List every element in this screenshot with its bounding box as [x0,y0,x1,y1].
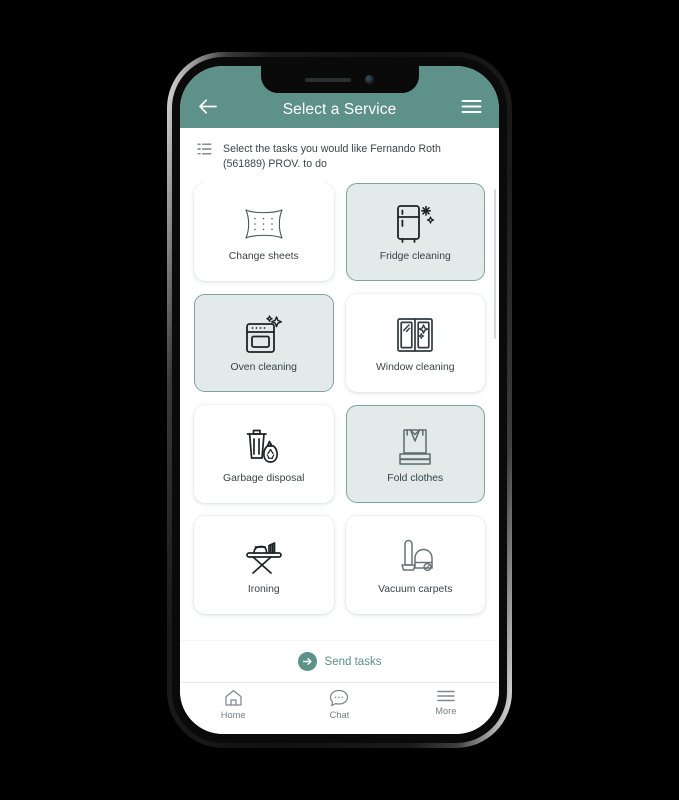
earpiece-speaker [305,77,351,82]
list-icon [197,143,212,155]
service-card-change-sheets[interactable]: Change sheets [194,182,334,281]
service-card-fold-clothes[interactable]: Fold clothes [345,404,485,503]
arrow-right-circle-icon [297,652,317,671]
nav-label: More [435,706,457,716]
service-label: Ironing [247,584,280,596]
service-label: Oven cleaning [230,362,297,374]
pillow-icon [241,201,287,247]
service-card-vacuum-carpets[interactable]: Vacuum carpets [345,515,485,614]
services-scroll-area[interactable]: Change sheets Fridge cleaning Oven clean… [180,182,499,640]
page-title: Select a Service [282,101,397,118]
service-card-oven-cleaning[interactable]: Oven cleaning [194,293,334,392]
phone-screen: Select a Service Select the tasks you wo… [180,66,499,734]
chat-bubble-icon [330,689,349,707]
nav-item-chat[interactable]: Chat [302,689,376,720]
hamburger-menu-icon [437,690,455,702]
nav-label: Chat [329,710,350,720]
service-label: Window cleaning [375,362,455,374]
menu-button[interactable] [458,93,484,119]
nav-item-more[interactable]: More [409,689,483,716]
folded-clothes-icon [394,423,436,469]
send-tasks-label: Send tasks [324,655,382,668]
service-label: Fridge cleaning [379,251,451,263]
phone-frame: Select a Service Select the tasks you wo… [167,52,512,748]
vertical-scrollbar[interactable] [494,188,496,339]
service-card-window-cleaning[interactable]: Window cleaning [345,293,485,392]
window-icon [394,312,436,358]
service-card-garbage-disposal[interactable]: Garbage disposal [194,404,334,503]
bottom-navigation: Home Chat More [180,682,499,734]
fridge-icon [394,201,436,247]
home-icon [225,689,242,706]
service-label: Vacuum carpets [378,584,453,596]
trash-bag-icon [241,423,287,469]
ironing-board-icon [241,534,287,580]
nav-label: Home [220,710,246,720]
phone-bezel: Select a Service Select the tasks you wo… [172,57,507,743]
page-root: Select a Service Select the tasks you wo… [0,0,679,800]
hamburger-menu-icon [461,99,481,113]
phone-notch [260,66,419,93]
service-card-fridge-cleaning[interactable]: Fridge cleaning [345,182,485,281]
nav-item-home[interactable]: Home [196,689,270,720]
services-grid: Change sheets Fridge cleaning Oven clean… [194,182,485,614]
service-label: Fold clothes [387,473,444,485]
arrow-left-icon [199,98,217,114]
front-camera [365,75,374,84]
instruction-text: Select the tasks you would like Fernando… [223,143,441,171]
service-label: Change sheets [228,251,299,263]
send-tasks-button[interactable]: Send tasks [180,640,499,682]
instruction-row: Select the tasks you would like Fernando… [180,128,499,183]
service-label: Garbage disposal [223,473,305,485]
service-card-ironing[interactable]: Ironing [194,515,334,614]
vacuum-cleaner-icon [394,534,436,580]
oven-icon [242,312,286,358]
back-button[interactable] [195,93,221,119]
